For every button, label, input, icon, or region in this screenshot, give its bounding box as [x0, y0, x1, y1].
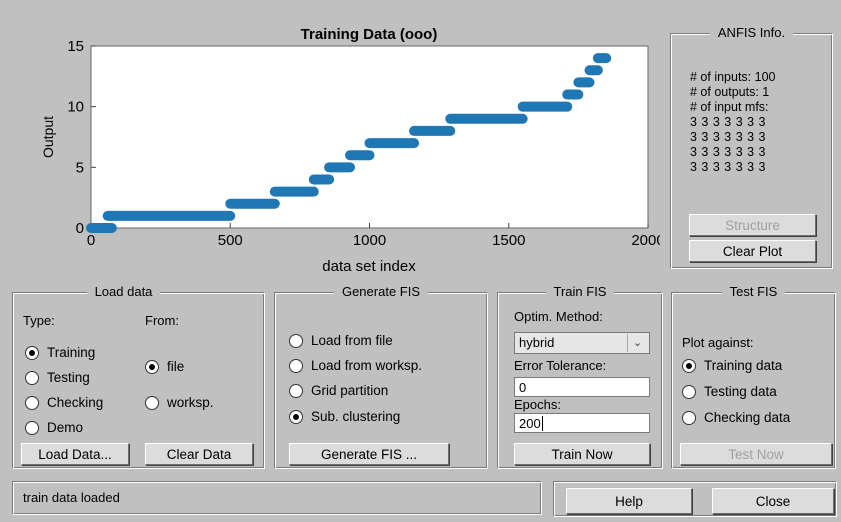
radio-testing[interactable]: Testing — [25, 370, 90, 385]
clear-data-button[interactable]: Clear Data — [145, 443, 253, 465]
radio-training[interactable]: Training — [25, 345, 95, 360]
y-tick-label: 10 — [67, 99, 84, 116]
epochs-value: 200 — [519, 416, 541, 431]
generate-fis-panel: Generate FIS Load from file Load from wo… — [274, 284, 488, 469]
load-data-button[interactable]: Load Data... — [21, 443, 129, 465]
load-data-title: Load data — [86, 284, 161, 299]
radio-checking[interactable]: Checking — [25, 395, 103, 410]
plot-axes-background — [90, 45, 649, 229]
radio-workspace-label: worksp. — [167, 395, 214, 410]
radio-grid-partition-label: Grid partition — [311, 383, 389, 398]
radio-training-data-label: Training data — [704, 358, 783, 373]
radio-unselected-icon — [25, 370, 39, 385]
mfs-row: 3 3 3 3 3 3 3 — [690, 160, 767, 174]
test-fis-title: Test FIS — [721, 284, 786, 299]
radio-checking-data[interactable]: Checking data — [682, 410, 790, 425]
epochs-label: Epochs: — [514, 397, 561, 412]
radio-unselected-icon — [289, 358, 303, 373]
optim-method-select[interactable]: hybrid ⌄ — [514, 332, 650, 354]
plot-against-label: Plot against: — [682, 335, 754, 350]
test-now-button[interactable]: Test Now — [680, 443, 832, 465]
structure-button[interactable]: Structure — [689, 214, 816, 236]
radio-checking-label: Checking — [47, 395, 104, 410]
mfs-row: 3 3 3 3 3 3 3 — [690, 145, 767, 159]
x-tick-label: 500 — [218, 232, 243, 249]
radio-grid-partition[interactable]: Grid partition — [289, 383, 388, 398]
radio-demo[interactable]: Demo — [25, 420, 83, 435]
y-tick-label: 0 — [76, 220, 84, 237]
radio-selected-icon — [25, 345, 39, 360]
radio-selected-icon — [289, 409, 303, 424]
inputs-count: # of inputs: 100 — [690, 70, 776, 84]
y-axis-label: Output — [40, 116, 56, 158]
from-label: From: — [145, 313, 179, 328]
anfis-info-panel: ANFIS Info. # of inputs: 100 # of output… — [670, 25, 833, 269]
status-message: train data loaded — [23, 490, 120, 505]
radio-unselected-icon — [25, 395, 39, 410]
radio-checking-data-label: Checking data — [704, 410, 791, 425]
mfs-row: 3 3 3 3 3 3 3 — [690, 115, 767, 129]
y-tick-label: 15 — [67, 38, 84, 55]
clear-plot-button[interactable]: Clear Plot — [689, 240, 816, 262]
radio-unselected-icon — [289, 333, 303, 348]
radio-load-from-file[interactable]: Load from file — [289, 333, 393, 348]
x-tick-label: 0 — [87, 232, 95, 249]
radio-sub-clustering[interactable]: Sub. clustering — [289, 409, 400, 424]
plot-title: Training Data (ooo) — [301, 26, 438, 43]
x-tick-label: 1000 — [353, 232, 386, 249]
radio-unselected-icon — [289, 383, 303, 398]
radio-unselected-icon — [25, 420, 39, 435]
generate-fis-title: Generate FIS — [333, 284, 429, 299]
radio-workspace[interactable]: worksp. — [145, 395, 214, 410]
radio-file[interactable]: file — [145, 359, 184, 374]
close-button[interactable]: Close — [712, 488, 834, 514]
radio-unselected-icon — [682, 410, 696, 425]
x-tick-label: 2000 — [631, 232, 660, 249]
radio-training-label: Training — [47, 345, 96, 360]
radio-training-data[interactable]: Training data — [682, 358, 782, 373]
y-tick-label: 5 — [76, 159, 84, 176]
radio-testing-label: Testing — [47, 370, 90, 385]
radio-load-from-workspace-label: Load from worksp. — [311, 358, 423, 373]
train-fis-panel: Train FIS Optim. Method: hybrid ⌄ Error … — [497, 284, 663, 469]
radio-selected-icon — [682, 358, 696, 373]
outputs-count: # of outputs: 1 — [690, 85, 770, 99]
x-axis-label: data set index — [322, 258, 416, 275]
anfis-info-title: ANFIS Info. — [709, 25, 794, 40]
plot-panel: Training Data (ooo) Output data set inde… — [8, 8, 660, 280]
radio-testing-data-label: Testing data — [704, 384, 777, 399]
test-fis-panel: Test FIS Plot against: Training data Tes… — [671, 284, 836, 469]
bottom-buttons-panel: Help Close — [553, 481, 837, 517]
chevron-down-icon: ⌄ — [627, 334, 647, 352]
radio-load-from-file-label: Load from file — [311, 333, 393, 348]
text-cursor — [541, 416, 543, 431]
type-label: Type: — [23, 313, 55, 328]
radio-file-label: file — [167, 359, 185, 374]
radio-unselected-icon — [145, 395, 159, 410]
train-now-button[interactable]: Train Now — [514, 443, 650, 465]
optim-method-value: hybrid — [519, 335, 555, 350]
epochs-input[interactable]: 200 — [514, 413, 650, 433]
radio-testing-data[interactable]: Testing data — [682, 384, 777, 399]
x-tick-label: 1500 — [492, 232, 525, 249]
input-mfs-label: # of input mfs: — [690, 100, 769, 114]
help-button[interactable]: Help — [566, 488, 692, 514]
radio-unselected-icon — [682, 384, 696, 399]
error-tolerance-input[interactable]: 0 — [514, 377, 650, 397]
generate-fis-button[interactable]: Generate FIS ... — [289, 443, 449, 465]
radio-demo-label: Demo — [47, 420, 84, 435]
radio-selected-icon — [145, 359, 159, 374]
radio-sub-clustering-label: Sub. clustering — [311, 409, 401, 424]
status-panel: train data loaded — [12, 481, 542, 515]
radio-load-from-workspace[interactable]: Load from worksp. — [289, 358, 422, 373]
error-tolerance-label: Error Tolerance: — [514, 358, 607, 373]
train-fis-title: Train FIS — [545, 284, 615, 299]
optim-method-label: Optim. Method: — [514, 309, 603, 324]
training-data-plot: Training Data (ooo) Output data set inde… — [40, 26, 660, 275]
load-data-panel: Load data Type: From: Training Testing C… — [12, 284, 265, 469]
mfs-row: 3 3 3 3 3 3 3 — [690, 130, 767, 144]
